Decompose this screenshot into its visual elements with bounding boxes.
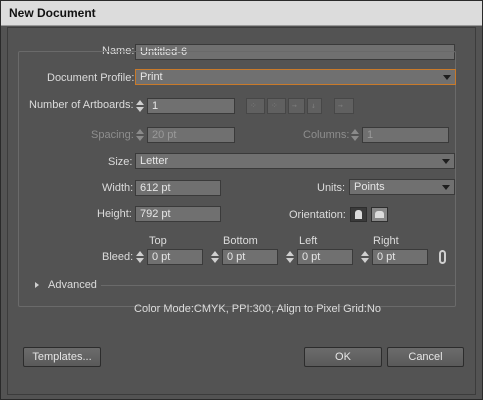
- stepper-down-icon: [211, 258, 219, 263]
- title-bar[interactable]: New Document: [1, 1, 482, 26]
- columns-label: Columns:: [303, 129, 350, 141]
- stepper-up-icon: [286, 251, 294, 256]
- right-to-left-layout-button[interactable]: →: [334, 98, 354, 114]
- bleed-right-input[interactable]: 0 pt: [372, 249, 428, 265]
- right-to-left-layout-icon: →: [338, 101, 343, 110]
- advanced-divider: [101, 285, 456, 286]
- chain-link-icon[interactable]: [439, 250, 446, 264]
- bleed-bottom-input[interactable]: 0 pt: [222, 249, 278, 265]
- artboards-stepper[interactable]: [135, 98, 145, 114]
- stepper-up-icon: [361, 251, 369, 256]
- arrange-by-row-button[interactable]: →: [288, 98, 305, 114]
- orientation-label: Orientation:: [289, 209, 346, 221]
- stepper-up-icon: [351, 129, 359, 134]
- units-dropdown[interactable]: Points: [349, 179, 455, 195]
- arrange-by-column-button[interactable]: ↓: [307, 98, 322, 114]
- templates-button[interactable]: Templates...: [23, 347, 101, 367]
- stepper-down-icon: [286, 258, 294, 263]
- new-document-dialog: New Document Name: Untitled-6 Document P…: [0, 0, 483, 400]
- bleed-label: Bleed:: [102, 251, 134, 263]
- advanced-toggle[interactable]: Advanced: [48, 279, 97, 291]
- spacing-stepper[interactable]: [135, 127, 145, 143]
- disclosure-triangle-icon[interactable]: [35, 282, 39, 288]
- size-label: Size:: [108, 156, 133, 168]
- chevron-down-icon: [442, 159, 450, 164]
- landscape-icon: [375, 211, 384, 218]
- columns-input[interactable]: 1: [362, 127, 449, 143]
- cancel-button[interactable]: Cancel: [387, 347, 464, 367]
- document-profile-label: Document Profile:: [45, 72, 137, 84]
- stepper-down-icon: [361, 258, 369, 263]
- chevron-down-icon: [442, 185, 450, 190]
- bleed-top-stepper[interactable]: [135, 249, 145, 265]
- bleed-left-label: Left: [299, 235, 318, 247]
- artboards-label: Number of Artboards:: [29, 99, 134, 111]
- stepper-down-icon: [136, 136, 144, 141]
- spacing-label: Spacing:: [91, 129, 134, 141]
- grid-by-column-button[interactable]: ⁘: [267, 98, 286, 114]
- arrange-by-column-icon: ↓: [311, 101, 316, 110]
- width-input[interactable]: 612 pt: [135, 180, 221, 196]
- stepper-down-icon: [351, 136, 359, 141]
- artboards-input[interactable]: 1: [147, 98, 235, 114]
- bleed-bottom-stepper[interactable]: [210, 249, 220, 265]
- stepper-down-icon: [136, 107, 144, 112]
- stepper-down-icon: [136, 258, 144, 263]
- document-profile-value: Print: [140, 71, 163, 83]
- chevron-down-icon: [443, 75, 451, 80]
- landscape-button[interactable]: [371, 207, 388, 222]
- grid-by-row-icon: ⁘: [250, 101, 257, 110]
- stepper-up-icon: [136, 129, 144, 134]
- arrange-by-row-icon: →: [292, 101, 297, 110]
- stepper-up-icon: [136, 100, 144, 105]
- bleed-top-label: Top: [149, 235, 167, 247]
- stepper-up-icon: [136, 251, 144, 256]
- size-dropdown[interactable]: Letter: [135, 153, 455, 169]
- document-summary: Color Mode:CMYK, PPI:300, Align to Pixel…: [134, 303, 381, 315]
- units-value: Points: [354, 181, 385, 193]
- height-label: Height:: [97, 208, 132, 220]
- stepper-up-icon: [211, 251, 219, 256]
- dialog-title: New Document: [9, 6, 96, 20]
- width-label: Width:: [102, 182, 134, 194]
- bleed-bottom-label: Bottom: [223, 235, 258, 247]
- bleed-right-stepper[interactable]: [360, 249, 370, 265]
- size-value: Letter: [140, 155, 169, 167]
- bleed-right-label: Right: [373, 235, 399, 247]
- height-input[interactable]: 792 pt: [135, 206, 221, 222]
- ok-button[interactable]: OK: [304, 347, 382, 367]
- units-label: Units:: [317, 182, 346, 194]
- portrait-button[interactable]: [350, 207, 367, 222]
- portrait-icon: [355, 210, 362, 219]
- grid-by-row-button[interactable]: ⁘: [246, 98, 265, 114]
- spacing-input[interactable]: 20 pt: [147, 127, 235, 143]
- document-profile-dropdown[interactable]: Print: [135, 69, 456, 85]
- grid-by-column-icon: ⁘: [271, 101, 278, 110]
- bleed-left-stepper[interactable]: [285, 249, 295, 265]
- columns-stepper[interactable]: [350, 127, 360, 143]
- bleed-left-input[interactable]: 0 pt: [297, 249, 353, 265]
- bleed-top-input[interactable]: 0 pt: [147, 249, 203, 265]
